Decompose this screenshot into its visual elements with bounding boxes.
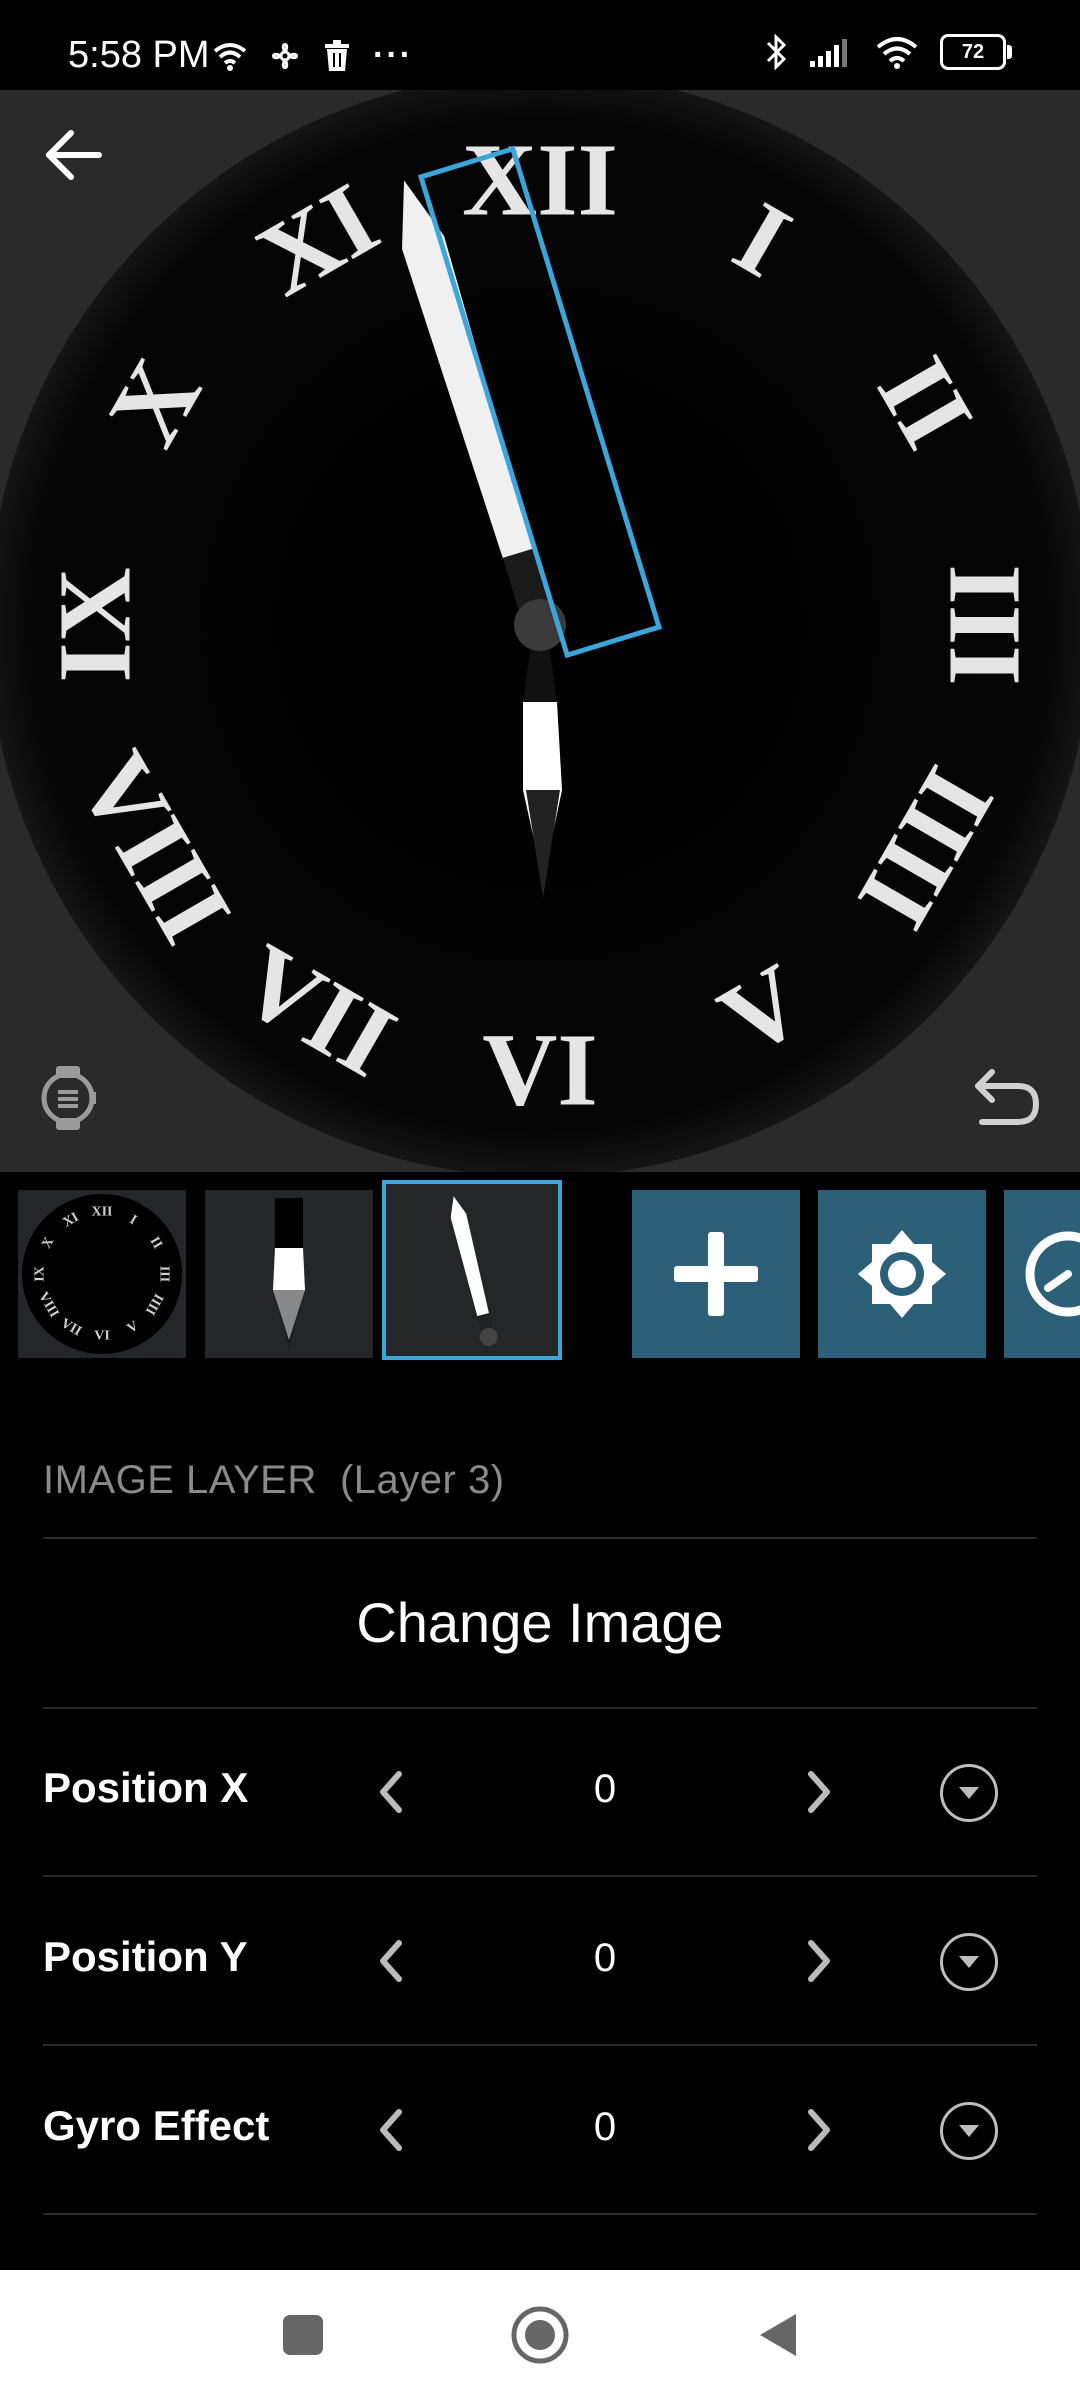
hour-hand-thumbnail-icon (273, 1198, 305, 1348)
wifi-icon (876, 37, 918, 69)
properties-panel: IMAGE LAYER (Layer 3) Change Image Posit… (0, 1360, 1080, 2270)
dial-numeral: III (928, 564, 1043, 685)
row-label: Position X (43, 1764, 249, 1811)
chevron-right-icon (808, 1940, 830, 1982)
minute-hand-layer-thumb[interactable] (382, 1180, 562, 1360)
thumb-numeral: IX (33, 1266, 48, 1282)
trash-icon (325, 39, 349, 71)
watch-icon (41, 1066, 96, 1130)
clock-button[interactable] (1004, 1190, 1080, 1358)
divider (43, 1537, 1037, 1539)
dial-numeral: XII (462, 123, 618, 238)
position-y-row: Position Y 0 (0, 1876, 1080, 2044)
brightness-icon (858, 1230, 946, 1318)
row-label: Gyro Effect (43, 2102, 270, 2149)
chevron-down-icon (959, 1787, 979, 1799)
undo-button[interactable] (970, 1062, 1042, 1134)
chevron-right-icon (808, 2109, 830, 2151)
add-icon (674, 1232, 758, 1316)
thumb-numeral: VI (94, 1329, 110, 1344)
recents-button[interactable] (268, 2300, 338, 2370)
back-button[interactable] (38, 120, 108, 190)
signal-icon (810, 39, 847, 67)
chevron-down-icon (959, 1956, 979, 1968)
dial-layer-thumb[interactable]: XII I II III IIII V VI VII VIII IX X XI (18, 1190, 186, 1358)
bluetooth-icon (766, 34, 787, 70)
status-bar: 5:58 PM ··· 72 (0, 0, 1080, 90)
dial-numeral: IX (38, 567, 153, 683)
increase-button[interactable] (800, 1931, 840, 1991)
wifi-icon (213, 42, 247, 71)
expand-button[interactable] (940, 1933, 998, 1991)
fan-icon (272, 42, 298, 69)
change-image-button[interactable]: Change Image (0, 1590, 1080, 1655)
undo-icon (975, 1069, 1040, 1125)
expand-button[interactable] (940, 1764, 998, 1822)
home-button[interactable] (505, 2300, 575, 2370)
chevron-down-icon (959, 2125, 979, 2137)
recents-icon (283, 2315, 323, 2355)
row-value: 0 (593, 2105, 617, 2149)
back-arrow-icon (46, 130, 102, 180)
battery-icon: 72 (940, 34, 1012, 70)
status-time: 5:58 PM (68, 34, 210, 76)
dial-thumbnail-icon: XIIIIIIIIIIIIVVIVIIVIIIIXXXI (22, 1194, 182, 1354)
chevron-left-icon (380, 1940, 402, 1982)
back-nav-button[interactable] (742, 2300, 812, 2370)
row-value: 0 (593, 1936, 617, 1980)
thumb-numeral: III (157, 1266, 172, 1282)
dial-numeral: VI (482, 1013, 598, 1128)
decrease-button[interactable] (370, 2100, 410, 2160)
battery-level: 72 (961, 40, 985, 63)
status-right-icons: 72 (764, 34, 1012, 70)
decrease-button[interactable] (370, 1931, 410, 1991)
chevron-right-icon (808, 1771, 830, 1813)
add-layer-button[interactable] (632, 1190, 800, 1358)
divider (43, 2213, 1037, 2215)
expand-button[interactable] (940, 2102, 998, 2160)
gyro-effect-row: Gyro Effect 0 (0, 2045, 1080, 2213)
row-label: Position Y (43, 1933, 248, 1980)
layer-strip: XII I II III IIII V VI VII VIII IX X XI (0, 1172, 1080, 1360)
clock-icon (1025, 1231, 1080, 1317)
back-icon (760, 2314, 796, 2356)
position-x-row: Position X 0 (0, 1707, 1080, 1875)
minute-hand-thumbnail-icon (450, 1196, 498, 1346)
decrease-button[interactable] (370, 1762, 410, 1822)
chevron-left-icon (380, 1771, 402, 1813)
chevron-left-icon (380, 2109, 402, 2151)
increase-button[interactable] (800, 2100, 840, 2160)
watch-dial: XII IIIIIIIIIIVVIVIIVIIIIXXXI (0, 90, 1080, 1172)
navigation-bar (0, 2270, 1080, 2400)
more-dots-icon: ··· (373, 36, 413, 74)
home-icon (511, 2306, 569, 2364)
section-title: IMAGE LAYER (Layer 3) (43, 1458, 505, 1502)
watch-preview[interactable]: XII I II III IIII V VI VII VIII IX X XI (0, 90, 1080, 1172)
hour-hand-layer-thumb[interactable] (205, 1190, 373, 1358)
status-left-icons: ··· (213, 36, 413, 75)
row-value: 0 (593, 1767, 617, 1811)
watch-button[interactable] (32, 1062, 104, 1134)
increase-button[interactable] (800, 1762, 840, 1822)
brightness-button[interactable] (818, 1190, 986, 1358)
thumb-numeral: XII (91, 1205, 112, 1220)
